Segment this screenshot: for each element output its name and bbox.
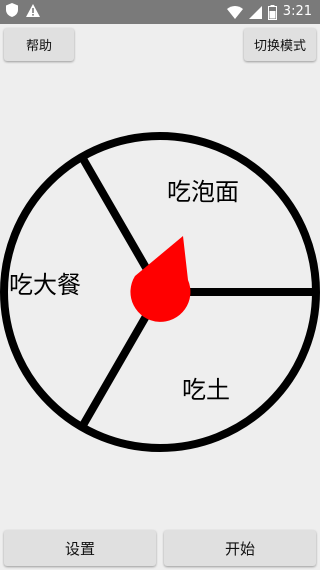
wheel-option-label: 吃泡面 (167, 178, 239, 206)
switch-mode-button[interactable]: 切换模式 (244, 28, 316, 61)
status-bar: 3:21 (0, 0, 320, 24)
warning-icon (26, 3, 40, 17)
settings-button[interactable]: 设置 (4, 530, 156, 566)
app-screen: 3:21 帮助 切换模式 吃泡面 吃大餐 吃土 设置 开始 (0, 0, 320, 570)
wheel-option-label: 吃大餐 (9, 271, 81, 299)
cellular-signal-icon (248, 5, 262, 19)
shield-icon (6, 3, 18, 17)
wifi-icon (226, 5, 243, 19)
start-button[interactable]: 开始 (164, 530, 316, 566)
battery-icon (267, 4, 277, 20)
wheel-option-label: 吃土 (182, 376, 230, 404)
decision-wheel[interactable]: 吃泡面 吃大餐 吃土 (0, 120, 320, 460)
help-button[interactable]: 帮助 (4, 28, 74, 61)
status-time: 3:21 (282, 4, 312, 19)
